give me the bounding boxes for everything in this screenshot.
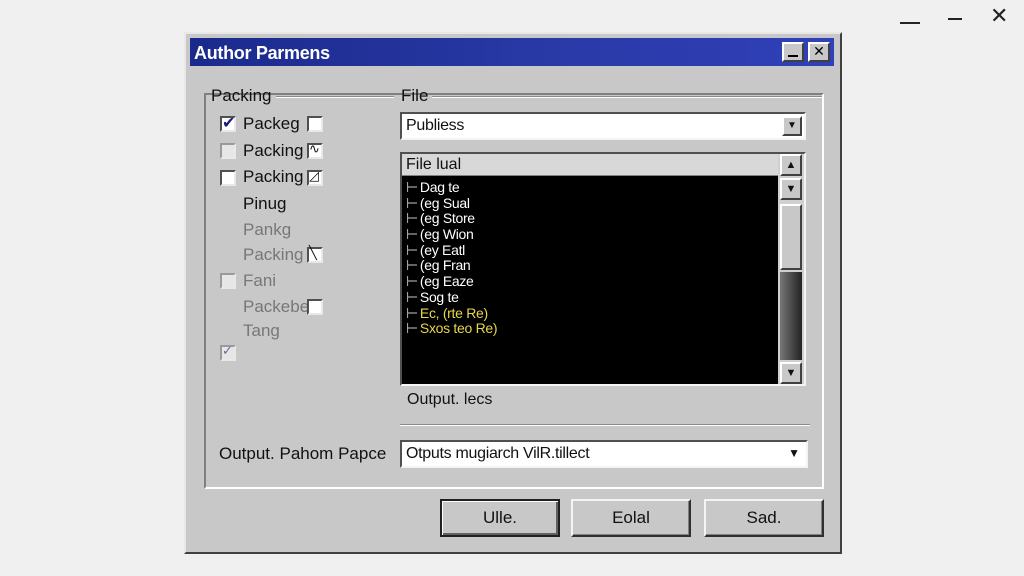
- packing-extra-checkbox-6[interactable]: ╲: [307, 246, 323, 263]
- packing-label-2: Packing: [243, 141, 304, 160]
- output-path-value: Otputs mugiarch VilR.tillect: [406, 445, 590, 462]
- chevron-down-icon[interactable]: ▼: [782, 116, 802, 136]
- sad-button[interactable]: Sad.: [704, 499, 824, 537]
- window-close-icon[interactable]: ✕: [990, 6, 1008, 28]
- packing-checkbox-3[interactable]: [220, 170, 236, 186]
- packing-label-8: Packebe: [243, 297, 310, 316]
- list-item[interactable]: ⊢ Sxos teo Re): [406, 320, 774, 337]
- output-path-label: Output. Pahom Papce: [219, 444, 387, 463]
- ok-button[interactable]: Ulle.: [440, 499, 560, 537]
- checkmark-small-icon: ✓: [222, 344, 233, 359]
- packing-label-4: Pinug: [243, 194, 287, 213]
- diagonal-icon: ╲: [309, 246, 317, 261]
- packing-extra-checkbox-1[interactable]: [307, 116, 323, 132]
- output-path-combo[interactable]: Otputs mugiarch VilR.tillect ▼: [400, 440, 808, 468]
- output-status-label: Output. lecs: [407, 391, 493, 408]
- list-item[interactable]: ⊢ Sog te: [406, 289, 774, 306]
- scroll-thumb[interactable]: [780, 204, 802, 270]
- packing-extra-checkbox-3[interactable]: ◿: [307, 169, 323, 186]
- packing-group-divider: [276, 96, 394, 98]
- list-item[interactable]: ⊢ (eg Fran: [406, 258, 774, 274]
- packing-extra-checkbox-8[interactable]: [307, 299, 323, 315]
- list-item[interactable]: ⊢ Dag te: [406, 179, 774, 196]
- list-item[interactable]: ⊢ (eg Wion: [406, 226, 774, 243]
- file-combo-value: Publiess: [406, 117, 465, 134]
- packing-checkbox-1[interactable]: ✔: [220, 113, 236, 132]
- list-item[interactable]: ⊢ (eg Eaze: [406, 273, 774, 290]
- chevron-down-icon[interactable]: ▼: [788, 446, 800, 460]
- scroll-down-icon[interactable]: ▼: [780, 362, 802, 384]
- checkmark-icon: ✔: [222, 113, 236, 132]
- packing-label-6: Packing: [243, 245, 304, 264]
- window-restore-icon[interactable]: [948, 10, 962, 24]
- dialog-close-button[interactable]: ✕: [808, 42, 830, 62]
- list-item[interactable]: ⊢ (eg Store: [406, 211, 774, 227]
- file-combo[interactable]: Publiess ▼: [400, 112, 806, 140]
- packing-label-9: Tang: [243, 321, 280, 340]
- list-item[interactable]: ⊢ Ec, (rte Re): [406, 305, 774, 322]
- file-list[interactable]: File lual ⊢ Dag te ⊢ (eg Sual ⊢ (eg Store ⊢…: [400, 152, 806, 386]
- corner-icon: ◿: [309, 169, 319, 184]
- output-divider: [400, 424, 810, 426]
- packing-label-7: Fani: [243, 271, 277, 290]
- packing-checkbox-2[interactable]: [220, 143, 236, 159]
- packing-group-label: Packing: [211, 86, 272, 105]
- dialog-title: Author Parmens: [194, 43, 330, 63]
- edit-button[interactable]: Eolal: [571, 499, 691, 537]
- dialog-minimize-button[interactable]: [782, 42, 804, 62]
- wave-icon: ∿: [309, 142, 320, 157]
- file-group-label: File: [401, 86, 429, 105]
- scroll-down-small-icon[interactable]: ▼: [780, 178, 802, 200]
- packing-label-5: Pankg: [243, 220, 292, 239]
- file-group-divider: [432, 96, 822, 98]
- file-list-items: ⊢ Dag te ⊢ (eg Sual ⊢ (eg Store ⊢ (eg Wion ⊢…: [406, 179, 774, 337]
- file-list-header: File lual: [402, 154, 778, 176]
- packing-label-3: Packing: [243, 167, 304, 186]
- scroll-up-icon[interactable]: ▲: [780, 154, 802, 176]
- list-item[interactable]: ⊢ (eg Sual: [406, 195, 774, 212]
- packing-checkbox-10[interactable]: ✓: [220, 344, 236, 361]
- file-list-scrollbar[interactable]: ▲ ▼ ▼: [778, 154, 804, 384]
- list-item[interactable]: ⊢ (ey Eatl: [406, 242, 774, 259]
- packing-extra-checkbox-2[interactable]: ∿: [307, 142, 323, 159]
- packing-label-1: Packeg: [243, 114, 300, 133]
- scroll-track[interactable]: [780, 272, 802, 360]
- window-minimize-icon[interactable]: [900, 6, 920, 26]
- packing-checkbox-7[interactable]: [220, 273, 236, 289]
- dialog-titlebar[interactable]: Author Parmens ✕: [190, 38, 834, 66]
